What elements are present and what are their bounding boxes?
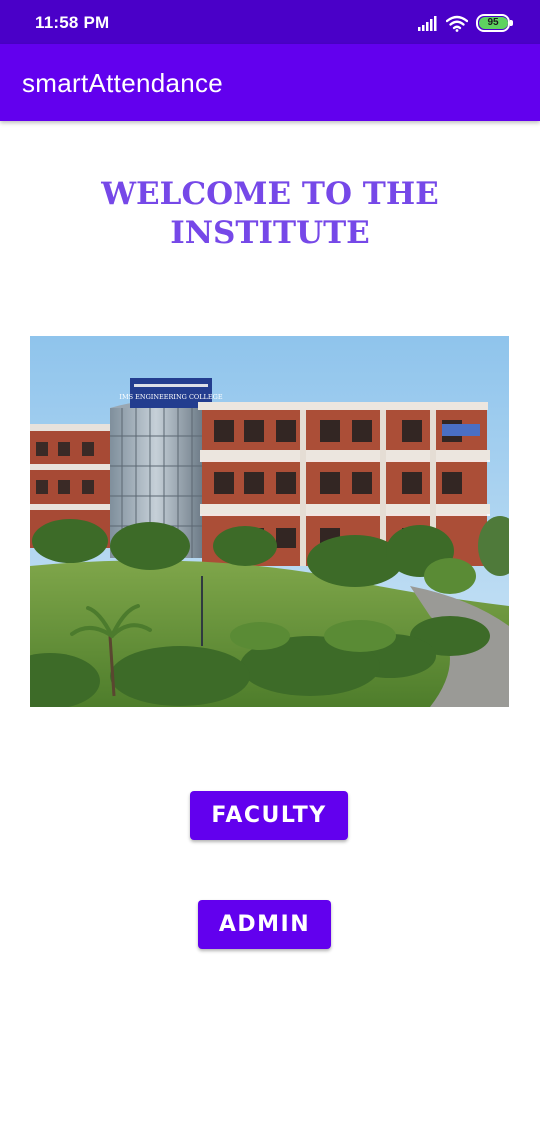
status-time: 11:58 PM	[35, 13, 110, 32]
admin-button[interactable]: ADMIN	[198, 900, 331, 949]
status-icons: 95	[418, 12, 513, 34]
app-title: smartAttendance	[22, 68, 224, 98]
building-sign-text: IMS ENGINEERING COLLEGE	[119, 393, 222, 401]
status-bar: 11:58 PM 95	[0, 0, 540, 44]
battery-tip	[510, 20, 513, 26]
faculty-button[interactable]: FACULTY	[190, 791, 348, 840]
campus-image: IMS ENGINEERING COLLEGE	[30, 336, 509, 707]
wifi-icon	[446, 15, 468, 32]
signal-icon	[418, 16, 437, 31]
welcome-heading: WELCOME TO THE INSTITUTE	[101, 176, 439, 251]
battery-level: 95	[487, 17, 499, 28]
battery-icon: 95	[476, 14, 513, 32]
app-bar: smartAttendance	[0, 44, 540, 121]
